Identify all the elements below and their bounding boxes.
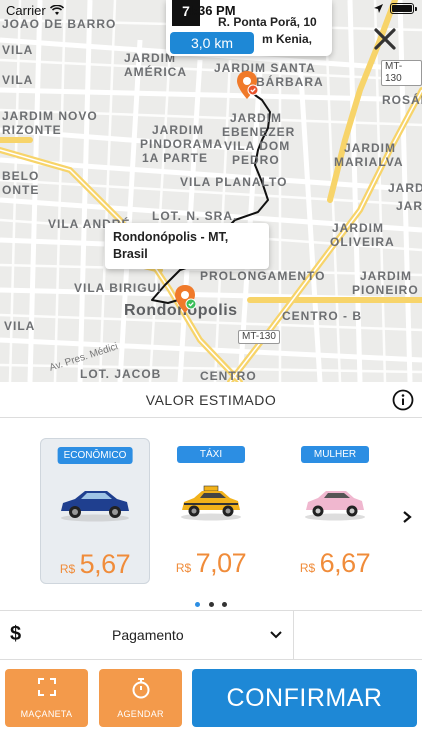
map-label: EBENEZER	[222, 125, 296, 139]
sedan-car-icon	[61, 491, 129, 522]
map-label: 1A PARTE	[142, 151, 209, 165]
category-mulher[interactable]: MULHER R$ 6,67	[280, 438, 390, 584]
map-label: PIONEIRO	[352, 283, 419, 297]
ride-categories: ECONÔMICO R$ 5,67 TÁXI R$ 7,07 MULHER R$…	[0, 418, 422, 608]
status-indicators	[373, 3, 417, 14]
category-economico[interactable]: ECONÔMICO R$ 5,67	[40, 438, 150, 584]
page-dot	[221, 602, 227, 607]
category-label: MULHER	[301, 446, 369, 463]
road-shield: MT-130	[381, 60, 422, 86]
map-label: BELO	[2, 169, 40, 183]
map-label: ROSÁRIO	[382, 93, 422, 107]
pink-car-icon	[305, 491, 365, 521]
map-label: CENTRO - B	[282, 309, 362, 323]
map-label: VILA	[2, 43, 34, 57]
page-dot	[208, 602, 214, 607]
price-currency: R$	[299, 561, 316, 575]
map-view[interactable]: JOAO DE BARRO JARDIM AMÉRICA JARDIM SANT…	[0, 0, 422, 382]
origin-callout[interactable]: Rondonópolis - MT, Brasil	[105, 223, 269, 269]
stopwatch-icon	[132, 678, 149, 699]
battery-icon	[390, 3, 417, 14]
category-taxi[interactable]: TÁXI R$ 7,07	[156, 438, 266, 584]
map-label: OLIVEIRA	[330, 235, 395, 249]
map-label: JARDIM NOVO	[2, 109, 98, 123]
origin-line2: Brasil	[113, 247, 148, 261]
status-time: 4:36 PM	[186, 3, 236, 18]
map-label: JARDIM DO	[388, 181, 422, 195]
map-label: VILA	[4, 319, 36, 333]
payment-selector[interactable]: $ Pagamento	[0, 611, 294, 660]
map-label: LOT. N. SRA.	[152, 209, 238, 223]
map-label: BÁRBARA	[256, 75, 324, 89]
map-label: JARDIM	[360, 269, 413, 283]
estimate-header: VALOR ESTIMADO	[0, 382, 422, 418]
map-label: JARDIM SANTA	[214, 61, 316, 75]
map-label: JARDIM	[152, 123, 205, 137]
map-label: JARDIM	[332, 221, 385, 235]
destination-address-line2: m Kenia,	[262, 32, 313, 46]
map-label: ONTE	[2, 183, 40, 197]
confirm-button[interactable]: CONFIRMAR	[192, 669, 417, 727]
map-label: CENTRO	[200, 369, 257, 383]
schedule-label: AGENDAR	[117, 709, 164, 719]
handle-button[interactable]: MAÇANETA	[5, 669, 88, 727]
map-label: MARIALVA	[334, 155, 404, 169]
estimate-title: VALOR ESTIMADO	[145, 392, 277, 408]
dollar-icon: $	[10, 623, 22, 645]
chevron-right-icon[interactable]	[400, 510, 414, 524]
price-value: 5,67	[79, 549, 131, 579]
category-price: R$ 7,07	[156, 548, 266, 579]
map-label: PROLONGAMENTO	[200, 269, 326, 283]
map-label: JARDIM	[396, 199, 422, 213]
road-shield: MT-130	[238, 330, 280, 344]
origin-line1: Rondonópolis - MT,	[113, 230, 229, 244]
map-label: AMÉRICA	[124, 65, 187, 79]
distance-badge: 3,0 km	[170, 32, 254, 54]
price-currency: R$	[59, 562, 76, 576]
origin-pin-icon[interactable]	[174, 284, 196, 314]
schedule-button[interactable]: AGENDAR	[99, 669, 182, 727]
map-label: LOT. JACOB	[80, 367, 162, 381]
action-bar: MAÇANETA AGENDAR CONFIRMAR	[0, 661, 422, 750]
category-label: TÁXI	[177, 446, 245, 463]
status-bar: Carrier 4:36 PM	[0, 0, 422, 20]
category-label: ECONÔMICO	[57, 447, 133, 464]
map-label: PEDRO	[232, 153, 280, 167]
map-label: VILA DOM	[224, 139, 291, 153]
destination-pin-icon[interactable]	[236, 70, 258, 100]
map-label: VILA BIRIGUI	[74, 281, 162, 295]
taxi-car-icon	[181, 485, 241, 521]
map-label: RIZONTE	[2, 123, 62, 137]
category-price: R$ 5,67	[41, 549, 149, 580]
location-arrow-icon	[374, 4, 383, 13]
page-dot	[195, 602, 201, 607]
close-icon[interactable]	[372, 26, 398, 52]
info-icon[interactable]	[392, 389, 414, 411]
price-currency: R$	[175, 561, 192, 575]
map-roads	[0, 0, 422, 382]
map-label: JARDIM	[344, 141, 397, 155]
payment-row: $ Pagamento	[0, 610, 422, 660]
scan-frame-icon	[37, 678, 56, 696]
handle-label: MAÇANETA	[20, 709, 73, 719]
map-label: VILA PLANALTO	[180, 175, 288, 189]
category-price: R$ 6,67	[280, 548, 390, 579]
chevron-down-icon	[270, 631, 282, 639]
map-label: VILA	[2, 73, 34, 87]
map-label: JARDIM	[230, 111, 283, 125]
payment-label: Pagamento	[112, 627, 184, 643]
price-value: 7,07	[195, 548, 247, 578]
price-value: 6,67	[319, 548, 371, 578]
map-label: PINDORAMA	[140, 137, 223, 151]
